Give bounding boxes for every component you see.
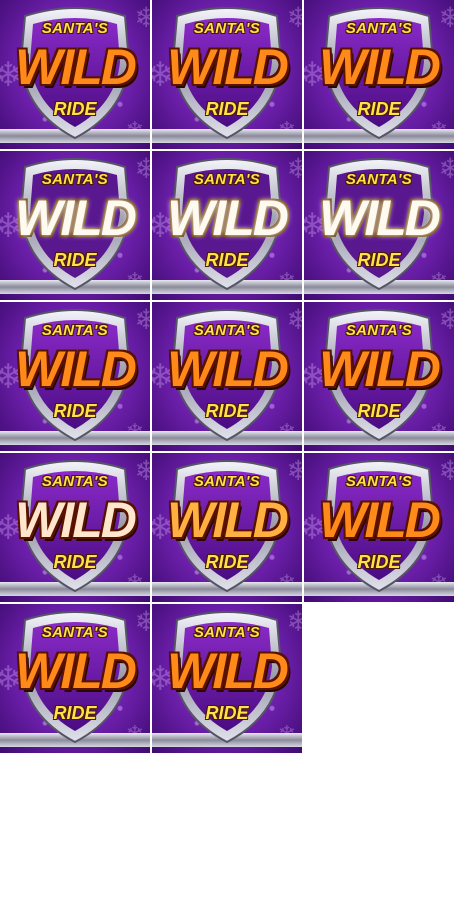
symbol-title-wild: WILD [15,492,137,548]
symbol-title-bottom: RIDE [205,703,249,723]
symbol-title-bottom: RIDE [53,703,97,723]
symbol-title-top: SANTA'S [345,171,413,188]
symbol-title-wild: WILD [15,341,137,397]
symbol-title-bottom: RIDE [357,401,401,421]
symbol-title-wild: WILD [167,190,289,246]
symbol-title-wild: WILD [319,190,441,246]
symbol-title-top: SANTA'S [345,20,413,37]
symbol-title-wild: WILD [167,492,289,548]
symbol-title-bottom: RIDE [53,401,97,421]
wild-symbol-frame-1: ❄ ❄ ❄ SANTA'S [0,0,150,149]
symbol-title-wild: WILD [167,341,289,397]
symbol-title-bottom: RIDE [357,552,401,572]
symbol-title-top: SANTA'S [41,322,109,339]
wild-symbol-frame-8: ❄ ❄ ❄ SANTA'S [152,302,302,451]
symbol-title-wild: WILD [167,643,289,699]
symbol-title-bottom: RIDE [53,250,97,270]
symbol-title-bottom: RIDE [53,552,97,572]
wild-symbol-frame-10: ❄ ❄ ❄ SANTA'S [0,453,150,602]
symbol-title-top: SANTA'S [41,473,109,490]
symbol-title-wild: WILD [15,643,137,699]
wild-symbol-frame-6: ❄ ❄ ❄ SANTA'S [304,151,454,300]
symbol-title-bottom: RIDE [205,401,249,421]
symbol-title-wild: WILD [15,190,137,246]
symbol-title-bottom: RIDE [357,99,401,119]
symbol-sprite-sheet: ❄ ❄ ❄ SANTA'S [0,0,458,908]
symbol-title-top: SANTA'S [193,322,261,339]
wild-symbol-frame-9: ❄ ❄ ❄ SANTA'S [304,302,454,451]
symbol-title-bottom: RIDE [205,99,249,119]
symbol-title-top: SANTA'S [193,624,261,641]
symbol-title-top: SANTA'S [41,171,109,188]
symbol-title-wild: WILD [319,39,441,95]
wild-symbol-frame-11: ❄ ❄ ❄ SANTA'S [152,453,302,602]
wild-symbol-frame-3: ❄ ❄ ❄ SANTA'S [304,0,454,149]
symbol-title-top: SANTA'S [345,322,413,339]
symbol-title-bottom: RIDE [53,99,97,119]
wild-symbol-frame-5: ❄ ❄ ❄ SANTA'S [152,151,302,300]
symbol-title-bottom: RIDE [205,250,249,270]
symbol-title-top: SANTA'S [41,624,109,641]
symbol-title-wild: WILD [167,39,289,95]
wild-symbol-frame-2: ❄ ❄ ❄ SANTA'S [152,0,302,149]
symbol-title-wild: WILD [319,492,441,548]
symbol-title-top: SANTA'S [193,20,261,37]
wild-symbol-frame-7: ❄ ❄ ❄ SANTA'S [0,302,150,451]
symbol-title-wild: WILD [319,341,441,397]
symbol-title-top: SANTA'S [345,473,413,490]
symbol-title-bottom: RIDE [357,250,401,270]
wild-symbol-frame-14: ❄ ❄ ❄ SANTA'S [152,604,302,753]
symbol-title-wild: WILD [15,39,137,95]
symbol-title-bottom: RIDE [205,552,249,572]
symbol-title-top: SANTA'S [193,473,261,490]
wild-symbol-frame-13: ❄ ❄ ❄ SANTA'S [0,604,150,753]
wild-symbol-frame-4: ❄ ❄ ❄ SANTA'S [0,151,150,300]
symbol-title-top: SANTA'S [41,20,109,37]
wild-symbol-frame-12: ❄ ❄ ❄ SANTA'S [304,453,454,602]
symbol-title-top: SANTA'S [193,171,261,188]
